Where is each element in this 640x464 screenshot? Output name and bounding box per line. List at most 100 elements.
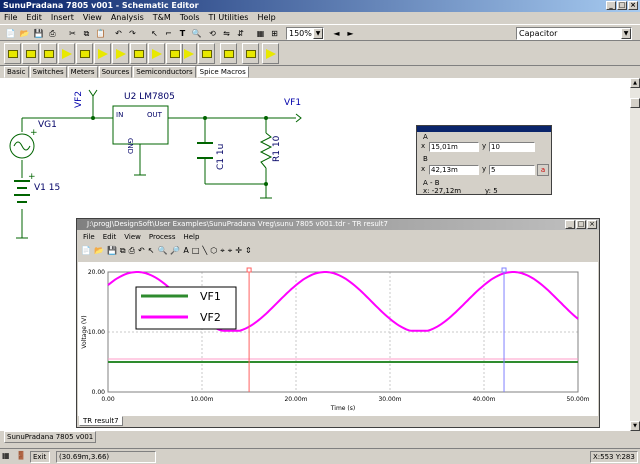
tr-tab[interactable]: TR result7 — [79, 416, 123, 426]
status-door-icon[interactable]: 🚪 — [16, 451, 28, 463]
tab-semiconductors[interactable]: Semiconductors — [133, 66, 196, 78]
tr-save-icon[interactable]: 💾 — [107, 246, 117, 256]
tr-line-icon[interactable]: ╲ — [202, 246, 207, 256]
component-combo[interactable]: Capacitor ▼ — [516, 27, 632, 40]
vertical-scrollbar[interactable]: ▲ ▼ — [630, 78, 640, 431]
a-y-field[interactable]: 10 — [489, 142, 535, 152]
rotate-icon[interactable]: ⟲ — [206, 27, 219, 40]
tr-hexagon-icon[interactable]: ⬡ — [210, 246, 217, 256]
menu-insert[interactable]: Insert — [51, 12, 74, 24]
menu-ti-utilities[interactable]: TI Utilities — [209, 12, 249, 24]
a-x-field[interactable]: 15,01m — [429, 142, 479, 152]
legend-vf2-label: VF2 — [200, 311, 221, 324]
comp-amp-icon[interactable] — [112, 43, 129, 64]
tr-menu-file[interactable]: File — [83, 233, 95, 241]
comp-gate-icon[interactable] — [148, 43, 165, 64]
menu-file[interactable]: File — [4, 12, 17, 24]
tr-menu-view[interactable]: View — [124, 233, 141, 241]
save-icon[interactable]: 💾 — [32, 27, 45, 40]
tr-menu-bar: File Edit View Process Help — [83, 233, 199, 241]
minimize-button[interactable]: _ — [606, 1, 616, 10]
comp-ic-icon[interactable] — [76, 43, 93, 64]
tr-print-icon[interactable]: ⎙ — [129, 246, 135, 256]
menu-analysis[interactable]: Analysis — [111, 12, 144, 24]
comp-opamp-icon[interactable] — [58, 43, 75, 64]
cut-icon[interactable]: ✂ — [66, 27, 79, 40]
menu-help[interactable]: Help — [257, 12, 275, 24]
scroll-up-icon[interactable]: ▲ — [630, 78, 640, 88]
prev-icon[interactable]: ◄ — [330, 27, 343, 40]
tab-sources[interactable]: Sources — [98, 66, 133, 78]
tr-new-icon[interactable]: 📄 — [81, 246, 91, 256]
tr-maximize-button[interactable]: □ — [576, 220, 586, 229]
comp-chip-icon[interactable] — [220, 43, 237, 64]
status-grid-icon[interactable]: ▦ — [2, 451, 14, 463]
tr-menu-edit[interactable]: Edit — [103, 233, 117, 241]
tr-undo-icon[interactable]: ↶ — [138, 246, 145, 256]
tr-text-icon[interactable]: A — [183, 246, 188, 256]
tr-close-button[interactable]: × — [587, 220, 597, 229]
tr-open-icon[interactable]: 📂 — [94, 246, 104, 256]
wire-icon[interactable]: ⌐ — [162, 27, 175, 40]
tr-rect-icon[interactable]: □ — [192, 246, 200, 256]
fit-icon[interactable]: ⊞ — [268, 27, 281, 40]
tr-pointer-icon[interactable]: ↖ — [148, 246, 155, 256]
tr-cursor-a-icon[interactable]: ⌖ — [220, 246, 225, 256]
menu-tools[interactable]: Tools — [180, 12, 200, 24]
tr-minimize-button[interactable]: _ — [565, 220, 575, 229]
copy-icon[interactable]: ⧉ — [80, 27, 93, 40]
y-tick-label: 20.00 — [88, 269, 105, 276]
tr-zoom-out-icon[interactable]: 🔎 — [170, 246, 180, 256]
tab-basic[interactable]: Basic — [4, 66, 29, 78]
transient-chart: 0.00 10.00m 20.00m 30.00m 40.00m 50.00m 20.00 1… — [81, 267, 590, 412]
print-icon[interactable]: ⎙ — [46, 27, 59, 40]
scroll-down-icon[interactable]: ▼ — [630, 421, 640, 431]
tab-switches[interactable]: Switches — [29, 66, 67, 78]
paste-icon[interactable]: 📋 — [94, 27, 107, 40]
undo-icon[interactable]: ↶ — [112, 27, 125, 40]
tr-menu-process[interactable]: Process — [149, 233, 176, 241]
document-tab[interactable]: SunuPradana 7805 v001 — [4, 431, 97, 443]
grid-icon[interactable]: ▦ — [254, 27, 267, 40]
cursor-swap-button[interactable]: a — [537, 164, 549, 176]
comp-macro-icon[interactable] — [242, 43, 259, 64]
b-x-field[interactable]: 42,13m — [429, 165, 479, 175]
mirror-icon[interactable]: ⇋ — [220, 27, 233, 40]
maximize-button[interactable]: □ — [617, 1, 627, 10]
comp-source-icon[interactable] — [262, 43, 279, 64]
tab-spice-macros[interactable]: Spice Macros — [196, 66, 249, 78]
tab-meters[interactable]: Meters — [67, 66, 98, 78]
next-icon[interactable]: ► — [344, 27, 357, 40]
flip-icon[interactable]: ⇵ — [234, 27, 247, 40]
menu-edit[interactable]: Edit — [26, 12, 42, 24]
b-y-field[interactable]: 5 — [489, 165, 535, 175]
comp-dip-icon[interactable] — [198, 43, 215, 64]
v1-label: V1 15 — [34, 183, 61, 193]
scroll-thumb[interactable] — [630, 98, 640, 108]
comp-capacitor-icon[interactable] — [40, 43, 57, 64]
new-icon[interactable]: 📄 — [4, 27, 17, 40]
exit-button[interactable]: Exit — [30, 451, 50, 463]
tr-crosshair-icon[interactable]: ✛ — [235, 246, 242, 256]
cursor-panel-header[interactable] — [417, 126, 551, 132]
comp-buffer-icon[interactable] — [94, 43, 111, 64]
zoom-icon[interactable]: 🔍 — [190, 27, 203, 40]
tr-up-down-icon[interactable]: ⇕ — [245, 246, 252, 256]
tr-menu-help[interactable]: Help — [183, 233, 199, 241]
comp-block-icon[interactable] — [130, 43, 147, 64]
text-icon[interactable]: T — [176, 27, 189, 40]
close-button[interactable]: × — [628, 1, 638, 10]
open-icon[interactable]: 📂 — [18, 27, 31, 40]
comp-ground-icon[interactable] — [4, 43, 21, 64]
tr-copy-icon[interactable]: ⧉ — [120, 246, 126, 256]
comp-triangle-down-icon[interactable] — [180, 43, 197, 64]
select-arrow-icon[interactable]: ↖ — [148, 27, 161, 40]
tr-zoom-in-icon[interactable]: 🔍 — [157, 246, 167, 256]
zoom-combo[interactable]: 150% ▼ — [286, 27, 324, 40]
redo-icon[interactable]: ↷ — [126, 27, 139, 40]
tr-cursor-b-icon[interactable]: ⌖ — [228, 246, 233, 256]
menu-tm[interactable]: T&M — [153, 12, 171, 24]
menu-view[interactable]: View — [83, 12, 102, 24]
tr-plot-area[interactable]: 0.00 10.00m 20.00m 30.00m 40.00m 50.00m 20.00 1… — [78, 262, 598, 416]
comp-resistor-icon[interactable] — [22, 43, 39, 64]
